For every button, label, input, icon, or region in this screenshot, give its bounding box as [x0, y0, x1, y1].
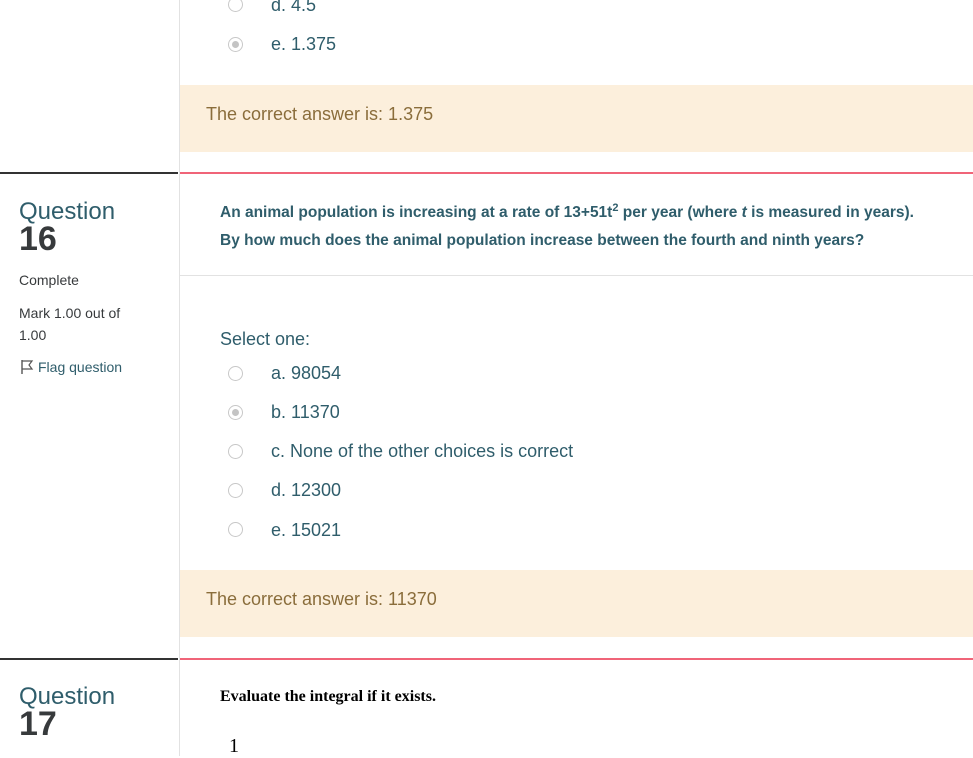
- option-c-label[interactable]: c. None of the other choices is correct: [271, 441, 573, 462]
- question-number: 16: [19, 220, 57, 258]
- option-a-label[interactable]: a. 98054: [271, 363, 341, 384]
- divider: [180, 275, 973, 276]
- question-15-feedback: The correct answer is: 1.375: [180, 85, 973, 152]
- question-text-line-1: An animal population is increasing at a …: [220, 202, 914, 222]
- question-16-feedback: The correct answer is: 11370: [180, 570, 973, 637]
- question-separator: [180, 172, 973, 174]
- question-text: Evaluate the integral if it exists.: [220, 688, 436, 705]
- option-b-label[interactable]: b. 11370: [271, 402, 340, 423]
- question-separator: [180, 658, 973, 660]
- option-b-radio[interactable]: [228, 405, 243, 420]
- question-separator: [0, 172, 178, 174]
- option-e-label[interactable]: e. 15021: [271, 520, 341, 541]
- question-mark-total: 1.00: [19, 327, 47, 343]
- option-e-label[interactable]: e. 1.375: [271, 34, 336, 55]
- flag-icon: [21, 360, 34, 374]
- option-e-radio[interactable]: [228, 522, 243, 537]
- question-number: 17: [19, 705, 57, 743]
- question-state: Complete: [19, 272, 79, 288]
- integral-upper-limit: 1: [229, 735, 239, 757]
- option-e-radio[interactable]: [228, 37, 243, 52]
- correct-answer-text: The correct answer is: 1.375: [206, 104, 434, 124]
- correct-answer-text: The correct answer is: 11370: [206, 589, 437, 609]
- question-text-line-2: By how much does the animal population i…: [220, 232, 865, 249]
- flag-question-link[interactable]: Flag question: [20, 359, 122, 375]
- question-separator: [0, 658, 178, 660]
- option-d-radio[interactable]: [228, 0, 243, 12]
- option-d-label[interactable]: d. 12300: [271, 480, 341, 501]
- option-a-radio[interactable]: [228, 366, 243, 381]
- option-c-radio[interactable]: [228, 444, 243, 459]
- flag-question-label: Flag question: [38, 359, 123, 375]
- select-one-prompt: Select one:: [220, 329, 311, 349]
- option-d-label[interactable]: d. 4.5: [271, 0, 316, 16]
- option-d-radio[interactable]: [228, 483, 243, 498]
- question-mark: Mark 1.00 out of: [19, 305, 121, 321]
